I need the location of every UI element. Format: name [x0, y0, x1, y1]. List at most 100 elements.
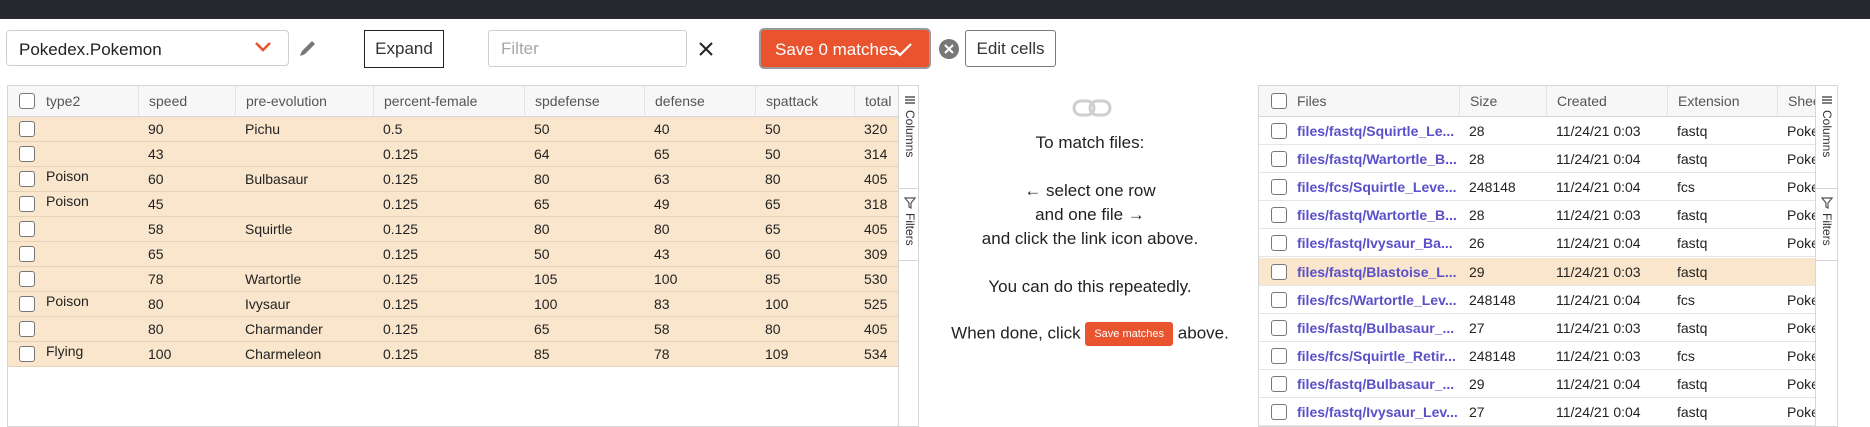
column-header[interactable]: spdefense: [524, 86, 644, 117]
table-cell[interactable]: 314: [854, 142, 887, 167]
table-cell[interactable]: 65: [755, 217, 781, 242]
table-cell[interactable]: Squirtle: [235, 217, 292, 242]
table-cell[interactable]: 26: [1459, 229, 1485, 257]
row-checkbox[interactable]: [19, 146, 35, 162]
table-cell[interactable]: [235, 192, 245, 217]
table-cell[interactable]: 40: [644, 117, 670, 142]
column-header[interactable]: speed: [138, 86, 235, 117]
select-all-checkbox[interactable]: [19, 93, 35, 109]
table-cell[interactable]: 28: [1459, 145, 1485, 173]
table-cell[interactable]: fastq: [1667, 258, 1707, 286]
row-checkbox[interactable]: [19, 246, 35, 262]
file-link[interactable]: files/fastq/Squirtle_Le...: [1287, 117, 1454, 145]
table-row[interactable]: 90 Pichu 0.5 50 40 50 320: [8, 114, 918, 142]
dataset-select[interactable]: Pokedex.Pokemon: [6, 30, 289, 66]
column-header[interactable]: pre-evolution: [235, 86, 373, 117]
column-header[interactable]: Extension: [1667, 86, 1777, 117]
table-cell[interactable]: [36, 114, 46, 139]
file-link[interactable]: files/fastq/Bulbasaur_...: [1287, 370, 1454, 398]
table-cell[interactable]: fastq: [1667, 117, 1707, 145]
table-cell[interactable]: 50: [524, 117, 550, 142]
table-cell[interactable]: 43: [644, 242, 670, 267]
select-all-checkbox[interactable]: [1271, 93, 1287, 109]
row-checkbox[interactable]: [1271, 347, 1287, 364]
table-cell[interactable]: fastq: [1667, 145, 1707, 173]
table-cell[interactable]: 85: [524, 342, 550, 367]
row-checkbox[interactable]: [19, 221, 35, 237]
table-cell[interactable]: 83: [644, 292, 670, 317]
table-cell[interactable]: Charmander: [235, 317, 323, 342]
table-cell[interactable]: 78: [138, 267, 164, 292]
file-link[interactable]: files/fastq/Ivysaur_Ba...: [1287, 229, 1453, 257]
table-cell[interactable]: 60: [138, 167, 164, 192]
table-cell[interactable]: 50: [524, 242, 550, 267]
table-cell[interactable]: 80: [755, 317, 781, 342]
table-row[interactable]: Poison 80 Ivysaur 0.125 100 83 100 525: [8, 289, 918, 317]
table-row[interactable]: files/fcs/Squirtle_Leve... 248148 11/24/21…: [1259, 173, 1837, 202]
file-link[interactable]: files/fcs/Squirtle_Retir...: [1287, 342, 1456, 370]
table-cell[interactable]: [235, 142, 245, 167]
table-cell[interactable]: Ivysaur: [235, 292, 290, 317]
table-cell[interactable]: 0.5: [373, 117, 402, 142]
table-cell[interactable]: 320: [854, 117, 887, 142]
table-cell[interactable]: fcs: [1667, 286, 1695, 314]
link-icon[interactable]: [1072, 98, 1112, 118]
table-cell[interactable]: 65: [755, 192, 781, 217]
table-cell[interactable]: fcs: [1667, 173, 1695, 201]
row-checkbox[interactable]: [1271, 207, 1287, 224]
file-link[interactable]: files/fastq/Wartortle_B...: [1287, 145, 1457, 173]
row-checkbox[interactable]: [19, 271, 35, 287]
table-cell[interactable]: [36, 139, 46, 164]
table-cell[interactable]: Wartortle: [235, 267, 301, 292]
pencil-icon[interactable]: [297, 37, 319, 59]
table-cell[interactable]: 248148: [1459, 342, 1516, 370]
table-cell[interactable]: Poison: [36, 289, 89, 314]
filter-input[interactable]: [488, 30, 687, 67]
table-cell[interactable]: 248148: [1459, 286, 1516, 314]
row-checkbox[interactable]: [19, 171, 35, 187]
table-cell[interactable]: 80: [644, 217, 670, 242]
tab-filters[interactable]: Filters: [1816, 189, 1837, 261]
file-link[interactable]: files/fastq/Bulbasaur_...: [1287, 314, 1454, 342]
row-checkbox[interactable]: [19, 321, 35, 337]
table-cell[interactable]: 0.125: [373, 167, 418, 192]
row-checkbox[interactable]: [1271, 123, 1287, 139]
table-cell[interactable]: 11/24/21 0:03: [1546, 342, 1641, 370]
row-checkbox[interactable]: [1271, 404, 1287, 420]
table-cell[interactable]: [36, 214, 46, 239]
table-cell[interactable]: 65: [524, 192, 550, 217]
table-cell[interactable]: 50: [755, 117, 781, 142]
table-cell[interactable]: 58: [644, 317, 670, 342]
table-cell[interactable]: 58: [138, 217, 164, 242]
table-cell[interactable]: [1777, 258, 1787, 286]
table-cell[interactable]: 11/24/21 0:03: [1546, 117, 1641, 145]
column-header[interactable]: defense: [644, 86, 755, 117]
table-cell[interactable]: fastq: [1667, 229, 1707, 257]
table-cell[interactable]: 80: [524, 217, 550, 242]
table-row[interactable]: 65 0.125 50 43 60 309: [8, 242, 918, 267]
table-cell[interactable]: 28: [1459, 117, 1485, 145]
table-row[interactable]: files/fcs/Squirtle_Retir... 248148 11/24/2…: [1259, 342, 1837, 370]
row-checkbox[interactable]: [1271, 263, 1287, 280]
file-link[interactable]: files/fastq/Wartortle_B...: [1287, 201, 1457, 229]
table-cell[interactable]: 65: [524, 317, 550, 342]
table-row[interactable]: files/fastq/Ivysaur_Lev... 27 11/24/21 0:0…: [1259, 398, 1837, 426]
table-row[interactable]: Poison 45 0.125 65 49 65 318: [8, 192, 918, 217]
table-cell[interactable]: 27: [1459, 314, 1485, 342]
table-cell[interactable]: 525: [854, 292, 887, 317]
table-cell[interactable]: 0.125: [373, 217, 418, 242]
table-cell[interactable]: 29: [1459, 258, 1485, 286]
table-cell[interactable]: 29: [1459, 370, 1485, 398]
table-cell[interactable]: 11/24/21 0:04: [1546, 173, 1641, 201]
table-cell[interactable]: 65: [138, 242, 164, 267]
tab-columns[interactable]: Columns: [899, 86, 918, 189]
table-cell[interactable]: 65: [644, 142, 670, 167]
table-cell[interactable]: 100: [138, 342, 171, 367]
table-cell[interactable]: [36, 264, 46, 289]
edit-cells-button[interactable]: Edit cells: [965, 30, 1056, 67]
table-cell[interactable]: 0.125: [373, 267, 418, 292]
table-cell[interactable]: 405: [854, 167, 887, 192]
table-cell[interactable]: 11/24/21 0:04: [1546, 286, 1641, 314]
table-cell[interactable]: 80: [138, 317, 164, 342]
table-cell[interactable]: 11/24/21 0:03: [1546, 314, 1641, 342]
